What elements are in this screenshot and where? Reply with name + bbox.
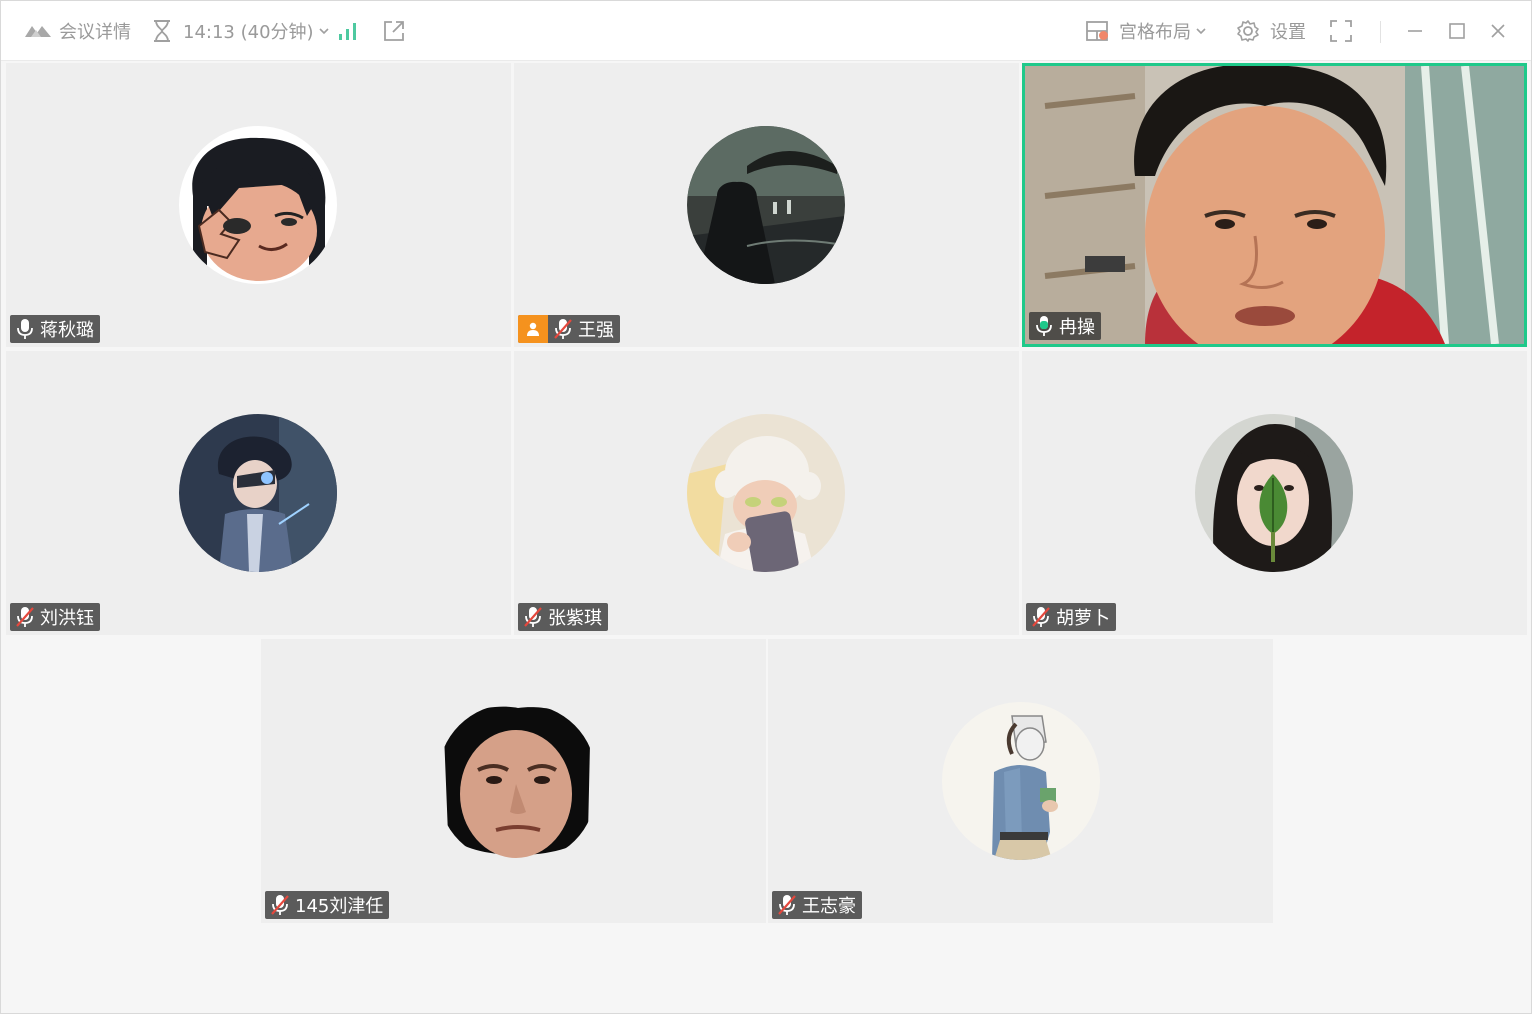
chevron-down-icon	[318, 27, 330, 35]
participant-name: 145刘津任	[295, 896, 384, 917]
maximize-icon	[1447, 21, 1467, 41]
fullscreen-button[interactable]	[1329, 1, 1353, 61]
participant-tile[interactable]: 刘洪钰	[6, 351, 511, 635]
participant-nameplate: 145刘津任	[265, 891, 390, 919]
close-icon	[1488, 21, 1508, 41]
participant-tile-active-speaker[interactable]: 冉操	[1022, 63, 1527, 347]
title-bar: 会议详情 14:13 (40分钟) 宫格布局 设置	[1, 1, 1531, 61]
avatar	[179, 414, 337, 572]
participant-name: 胡萝卜	[1056, 608, 1110, 629]
maximize-button[interactable]	[1447, 1, 1467, 61]
participant-nameplate: 王志豪	[772, 891, 862, 919]
app-logo-icon	[23, 22, 53, 40]
participant-nameplate: 蒋秋璐	[10, 315, 100, 343]
avatar	[687, 126, 845, 284]
meeting-details-label: 会议详情	[59, 22, 131, 43]
microphone-icon	[14, 318, 36, 340]
avatar	[438, 704, 596, 862]
participant-nameplate: 张紫琪	[518, 603, 608, 631]
avatar	[942, 702, 1100, 860]
microphone-speaking-icon	[1033, 315, 1055, 337]
close-button[interactable]	[1488, 1, 1508, 61]
avatar	[179, 126, 337, 284]
participant-tile[interactable]: 王志豪	[768, 639, 1273, 923]
microphone-muted-icon	[1030, 606, 1052, 628]
participant-tile[interactable]: 王强	[514, 63, 1019, 347]
external-link-icon	[382, 19, 406, 43]
meeting-details-button[interactable]: 会议详情	[23, 1, 131, 61]
participant-name: 冉操	[1059, 317, 1095, 338]
microphone-muted-icon	[552, 318, 574, 340]
participant-name: 王强	[578, 320, 614, 341]
meeting-timer-dropdown[interactable]: 14:13 (40分钟)	[151, 1, 330, 61]
participant-tile[interactable]: 145刘津任	[261, 639, 766, 923]
participant-nameplate: 王强	[518, 315, 620, 343]
signal-bars-icon	[337, 21, 359, 41]
avatar	[1195, 414, 1353, 572]
meeting-window: 会议详情 14:13 (40分钟) 宫格布局 设置 蒋秋璐 王强 冉操 刘洪钰 …	[0, 0, 1532, 1014]
settings-label: 设置	[1270, 22, 1306, 43]
participant-nameplate: 冉操	[1029, 312, 1101, 340]
participant-tile[interactable]: 蒋秋璐	[6, 63, 511, 347]
participant-nameplate: 胡萝卜	[1026, 603, 1116, 631]
microphone-muted-icon	[269, 894, 291, 916]
titlebar-divider	[1380, 21, 1381, 43]
participant-name: 刘洪钰	[40, 608, 94, 629]
hourglass-icon	[151, 19, 173, 43]
meeting-time-label: 14:13 (40分钟)	[183, 22, 314, 43]
network-signal-button[interactable]	[337, 1, 359, 61]
minimize-button[interactable]	[1405, 1, 1425, 61]
share-link-button[interactable]	[382, 1, 406, 61]
participant-name: 王志豪	[802, 896, 856, 917]
grid-layout-dropdown[interactable]: 宫格布局	[1085, 1, 1207, 61]
participant-tile[interactable]: 胡萝卜	[1022, 351, 1527, 635]
fullscreen-icon	[1329, 19, 1353, 43]
microphone-muted-icon	[522, 606, 544, 628]
participant-video	[1025, 66, 1524, 344]
host-user-icon	[518, 315, 548, 343]
layout-label: 宫格布局	[1119, 22, 1191, 43]
participant-tile[interactable]: 张紫琪	[514, 351, 1019, 635]
microphone-muted-icon	[776, 894, 798, 916]
settings-button[interactable]: 设置	[1236, 1, 1306, 61]
gear-icon	[1236, 19, 1260, 43]
participant-nameplate: 刘洪钰	[10, 603, 100, 631]
minimize-icon	[1405, 21, 1425, 41]
participant-name: 张紫琪	[548, 608, 602, 629]
grid-layout-icon	[1085, 20, 1109, 42]
notification-dot	[1099, 31, 1108, 40]
participant-name: 蒋秋璐	[40, 320, 94, 341]
microphone-muted-icon	[14, 606, 36, 628]
avatar	[687, 414, 845, 572]
chevron-down-icon	[1195, 27, 1207, 35]
